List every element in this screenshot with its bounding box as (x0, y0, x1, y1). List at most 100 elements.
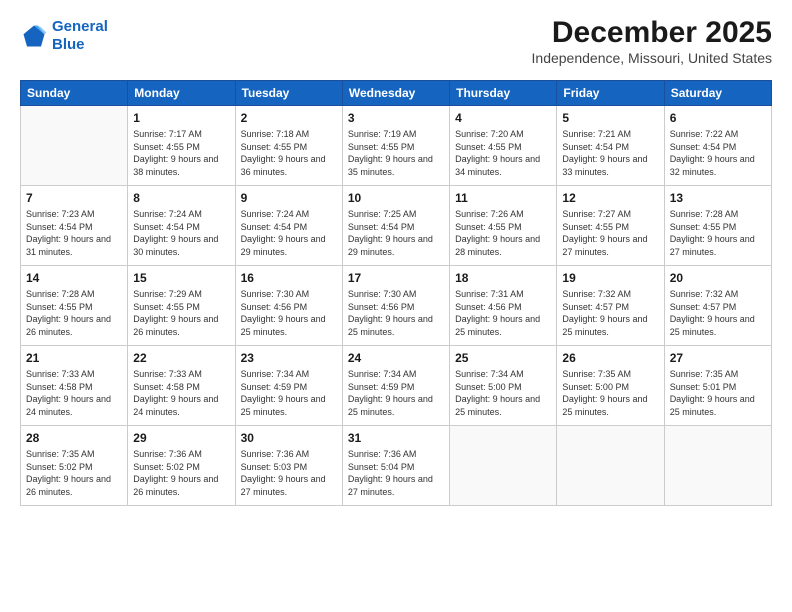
sunrise: Sunrise: 7:19 AM (348, 129, 417, 139)
day-number: 20 (670, 270, 766, 286)
day-info: Sunrise: 7:26 AM Sunset: 4:55 PM Dayligh… (455, 208, 551, 258)
daylight: Daylight: 9 hours and 25 minutes. (348, 314, 433, 337)
day-number: 27 (670, 350, 766, 366)
calendar-cell: 18 Sunrise: 7:31 AM Sunset: 4:56 PM Dayl… (450, 266, 557, 346)
day-number: 10 (348, 190, 444, 206)
day-info: Sunrise: 7:19 AM Sunset: 4:55 PM Dayligh… (348, 128, 444, 178)
calendar-cell: 27 Sunrise: 7:35 AM Sunset: 5:01 PM Dayl… (664, 346, 771, 426)
calendar-week-3: 14 Sunrise: 7:28 AM Sunset: 4:55 PM Dayl… (21, 266, 772, 346)
sunset: Sunset: 4:56 PM (455, 302, 522, 312)
day-info: Sunrise: 7:36 AM Sunset: 5:04 PM Dayligh… (348, 448, 444, 498)
sunrise: Sunrise: 7:33 AM (133, 369, 202, 379)
sunset: Sunset: 4:56 PM (348, 302, 415, 312)
sunset: Sunset: 4:54 PM (562, 142, 629, 152)
sunset: Sunset: 4:54 PM (26, 222, 93, 232)
sunrise: Sunrise: 7:22 AM (670, 129, 739, 139)
sunset: Sunset: 4:55 PM (455, 222, 522, 232)
col-tuesday: Tuesday (235, 81, 342, 106)
logo-icon (20, 22, 48, 50)
sunrise: Sunrise: 7:31 AM (455, 289, 524, 299)
day-number: 29 (133, 430, 229, 446)
day-info: Sunrise: 7:17 AM Sunset: 4:55 PM Dayligh… (133, 128, 229, 178)
sunrise: Sunrise: 7:33 AM (26, 369, 95, 379)
day-info: Sunrise: 7:35 AM Sunset: 5:01 PM Dayligh… (670, 368, 766, 418)
calendar-cell (664, 426, 771, 506)
daylight: Daylight: 9 hours and 25 minutes. (670, 314, 755, 337)
sunrise: Sunrise: 7:27 AM (562, 209, 631, 219)
day-info: Sunrise: 7:33 AM Sunset: 4:58 PM Dayligh… (26, 368, 122, 418)
day-number: 22 (133, 350, 229, 366)
calendar-cell: 22 Sunrise: 7:33 AM Sunset: 4:58 PM Dayl… (128, 346, 235, 426)
day-number: 15 (133, 270, 229, 286)
col-sunday: Sunday (21, 81, 128, 106)
day-info: Sunrise: 7:24 AM Sunset: 4:54 PM Dayligh… (241, 208, 337, 258)
logo-text: General Blue (52, 18, 108, 54)
sunrise: Sunrise: 7:32 AM (670, 289, 739, 299)
day-number: 28 (26, 430, 122, 446)
calendar-cell: 9 Sunrise: 7:24 AM Sunset: 4:54 PM Dayli… (235, 186, 342, 266)
sunrise: Sunrise: 7:28 AM (26, 289, 95, 299)
calendar-body: 1 Sunrise: 7:17 AM Sunset: 4:55 PM Dayli… (21, 106, 772, 506)
calendar-cell: 16 Sunrise: 7:30 AM Sunset: 4:56 PM Dayl… (235, 266, 342, 346)
calendar-week-4: 21 Sunrise: 7:33 AM Sunset: 4:58 PM Dayl… (21, 346, 772, 426)
sunrise: Sunrise: 7:32 AM (562, 289, 631, 299)
calendar-cell: 15 Sunrise: 7:29 AM Sunset: 4:55 PM Dayl… (128, 266, 235, 346)
day-number: 13 (670, 190, 766, 206)
day-info: Sunrise: 7:27 AM Sunset: 4:55 PM Dayligh… (562, 208, 658, 258)
sunset: Sunset: 5:02 PM (26, 462, 93, 472)
calendar-cell: 20 Sunrise: 7:32 AM Sunset: 4:57 PM Dayl… (664, 266, 771, 346)
day-info: Sunrise: 7:30 AM Sunset: 4:56 PM Dayligh… (241, 288, 337, 338)
day-number: 4 (455, 110, 551, 126)
sunset: Sunset: 4:58 PM (26, 382, 93, 392)
sunrise: Sunrise: 7:35 AM (670, 369, 739, 379)
sunrise: Sunrise: 7:28 AM (670, 209, 739, 219)
sunset: Sunset: 4:54 PM (241, 222, 308, 232)
sunrise: Sunrise: 7:26 AM (455, 209, 524, 219)
sunset: Sunset: 4:54 PM (348, 222, 415, 232)
day-info: Sunrise: 7:35 AM Sunset: 5:02 PM Dayligh… (26, 448, 122, 498)
day-number: 17 (348, 270, 444, 286)
calendar-cell: 7 Sunrise: 7:23 AM Sunset: 4:54 PM Dayli… (21, 186, 128, 266)
sunrise: Sunrise: 7:24 AM (241, 209, 310, 219)
col-thursday: Thursday (450, 81, 557, 106)
daylight: Daylight: 9 hours and 25 minutes. (670, 394, 755, 417)
sunrise: Sunrise: 7:34 AM (348, 369, 417, 379)
calendar-cell: 11 Sunrise: 7:26 AM Sunset: 4:55 PM Dayl… (450, 186, 557, 266)
calendar-cell: 21 Sunrise: 7:33 AM Sunset: 4:58 PM Dayl… (21, 346, 128, 426)
daylight: Daylight: 9 hours and 24 minutes. (133, 394, 218, 417)
day-number: 2 (241, 110, 337, 126)
calendar-week-5: 28 Sunrise: 7:35 AM Sunset: 5:02 PM Dayl… (21, 426, 772, 506)
calendar-cell: 6 Sunrise: 7:22 AM Sunset: 4:54 PM Dayli… (664, 106, 771, 186)
sunset: Sunset: 4:56 PM (241, 302, 308, 312)
col-monday: Monday (128, 81, 235, 106)
daylight: Daylight: 9 hours and 25 minutes. (241, 314, 326, 337)
day-info: Sunrise: 7:25 AM Sunset: 4:54 PM Dayligh… (348, 208, 444, 258)
day-info: Sunrise: 7:36 AM Sunset: 5:02 PM Dayligh… (133, 448, 229, 498)
sunset: Sunset: 4:55 PM (455, 142, 522, 152)
day-number: 16 (241, 270, 337, 286)
daylight: Daylight: 9 hours and 24 minutes. (26, 394, 111, 417)
day-info: Sunrise: 7:28 AM Sunset: 4:55 PM Dayligh… (26, 288, 122, 338)
calendar-header: Sunday Monday Tuesday Wednesday Thursday… (21, 81, 772, 106)
col-saturday: Saturday (664, 81, 771, 106)
sunset: Sunset: 4:55 PM (562, 222, 629, 232)
calendar-cell: 13 Sunrise: 7:28 AM Sunset: 4:55 PM Dayl… (664, 186, 771, 266)
sunset: Sunset: 4:57 PM (670, 302, 737, 312)
day-number: 11 (455, 190, 551, 206)
sunrise: Sunrise: 7:20 AM (455, 129, 524, 139)
daylight: Daylight: 9 hours and 25 minutes. (562, 314, 647, 337)
daylight: Daylight: 9 hours and 33 minutes. (562, 154, 647, 177)
day-info: Sunrise: 7:31 AM Sunset: 4:56 PM Dayligh… (455, 288, 551, 338)
day-number: 26 (562, 350, 658, 366)
daylight: Daylight: 9 hours and 25 minutes. (562, 394, 647, 417)
daylight: Daylight: 9 hours and 26 minutes. (133, 314, 218, 337)
day-number: 9 (241, 190, 337, 206)
sunset: Sunset: 5:00 PM (562, 382, 629, 392)
sunrise: Sunrise: 7:36 AM (133, 449, 202, 459)
sunrise: Sunrise: 7:35 AM (562, 369, 631, 379)
day-number: 24 (348, 350, 444, 366)
daylight: Daylight: 9 hours and 27 minutes. (670, 234, 755, 257)
daylight: Daylight: 9 hours and 32 minutes. (670, 154, 755, 177)
sunrise: Sunrise: 7:34 AM (241, 369, 310, 379)
sunset: Sunset: 5:03 PM (241, 462, 308, 472)
